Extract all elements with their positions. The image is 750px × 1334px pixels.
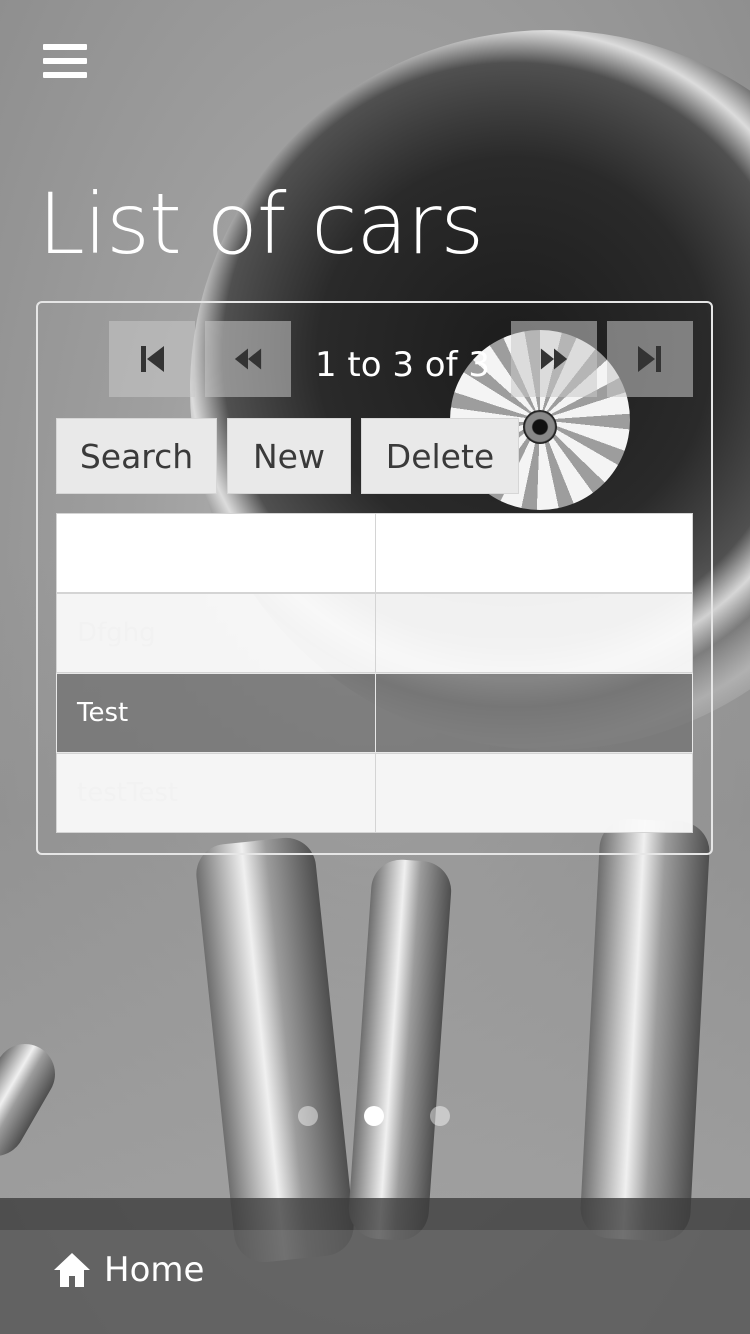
table-cell-name: Test [56, 673, 376, 753]
home-icon [54, 1253, 90, 1287]
last-page-button[interactable] [607, 321, 693, 397]
first-page-button[interactable] [109, 321, 195, 397]
home-link[interactable]: Home [52, 1245, 204, 1295]
carousel-dot[interactable] [298, 1106, 318, 1126]
pager-info: 1 to 3 of 3 [314, 345, 491, 385]
page-title: List of cars [38, 175, 484, 273]
skip-last-icon [638, 346, 661, 372]
previous-page-button[interactable] [205, 321, 291, 397]
search-button[interactable]: Search [56, 418, 217, 494]
table-row-selected[interactable]: Test [56, 673, 693, 753]
carousel-dot-active[interactable] [364, 1106, 384, 1126]
next-page-button[interactable] [511, 321, 597, 397]
table-cell-name [56, 513, 376, 593]
home-label: Home [104, 1250, 205, 1290]
cars-table: Dfghg Test testTest [56, 513, 693, 833]
carousel-dot[interactable] [430, 1106, 450, 1126]
table-row[interactable]: Dfghg [56, 593, 693, 673]
table-cell-value [376, 673, 693, 753]
skip-first-icon [141, 346, 164, 372]
table-row[interactable]: testTest [56, 753, 693, 833]
table-cell-value [376, 753, 693, 833]
footer-divider [0, 1198, 750, 1230]
new-button[interactable]: New [227, 418, 351, 494]
carousel-indicator [298, 1106, 458, 1128]
table-row[interactable] [56, 513, 693, 593]
table-cell-name: Dfghg [56, 593, 376, 673]
table-cell-name: testTest [56, 753, 376, 833]
rewind-icon [234, 348, 262, 370]
hamburger-menu-icon[interactable] [43, 44, 87, 82]
table-cell-value [376, 593, 693, 673]
delete-button[interactable]: Delete [361, 418, 519, 494]
table-cell-value [376, 513, 693, 593]
fast-forward-icon [540, 348, 568, 370]
